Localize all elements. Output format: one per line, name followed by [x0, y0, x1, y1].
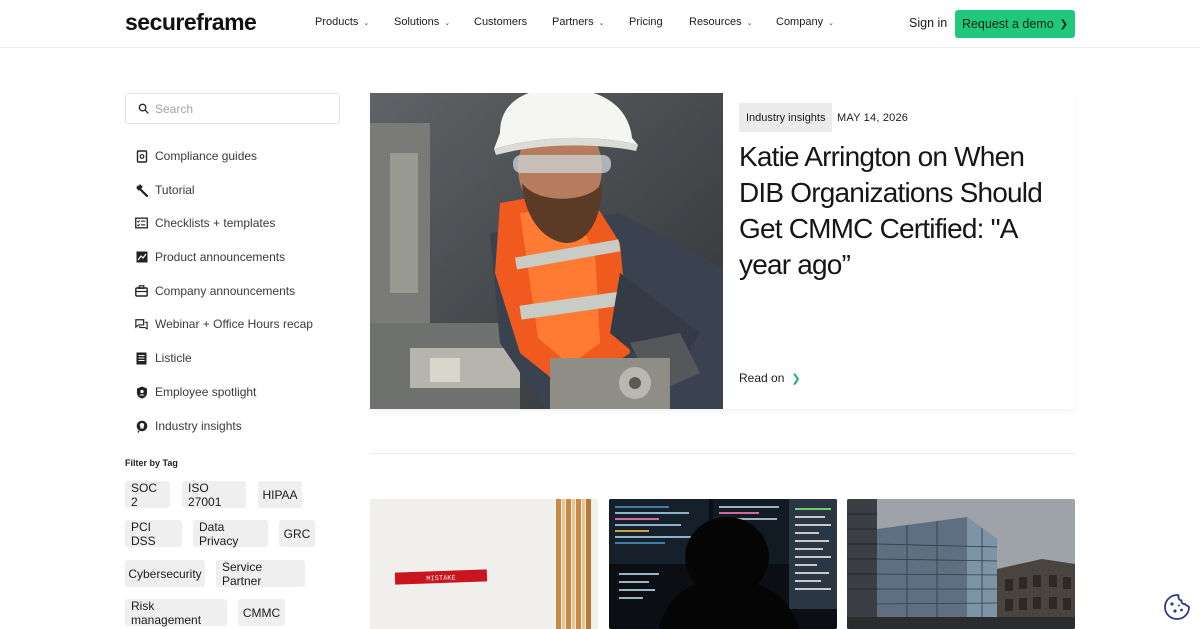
hacker-monitors-photo: [609, 499, 837, 629]
featured-date: MAY 14, 2026: [837, 112, 909, 124]
read-on-link[interactable]: Read on ❯: [739, 371, 801, 385]
category-checklists-templates[interactable]: Checklists + templates: [135, 216, 275, 230]
tag-hipaa[interactable]: HIPAA: [258, 481, 302, 508]
wrench-icon: [135, 183, 148, 197]
cookie-settings-button[interactable]: [1163, 593, 1191, 621]
tag-grc[interactable]: GRC: [279, 520, 315, 547]
badge-icon: [135, 386, 148, 399]
featured-title[interactable]: Katie Arrington on When DIB Organization…: [739, 139, 1069, 283]
sign-in-link[interactable]: Sign in: [909, 16, 947, 30]
search-field[interactable]: [125, 93, 340, 124]
checklist-icon: [135, 217, 148, 230]
nav-products[interactable]: Products ⌄: [315, 16, 369, 28]
mistake-label-photo: MISTAKE: [370, 499, 598, 629]
featured-post-body: Industry insights MAY 14, 2026 Katie Arr…: [723, 93, 1075, 409]
section-divider: [370, 453, 1075, 454]
tag-service-partner[interactable]: Service Partner: [216, 560, 305, 588]
nav-company[interactable]: Company ⌄: [776, 16, 834, 28]
tag-iso27001[interactable]: ISO 27001: [182, 481, 246, 509]
chevron-down-icon: ⌄: [746, 19, 753, 27]
tag-data-privacy[interactable]: Data Privacy: [193, 520, 268, 548]
tag-cmmc[interactable]: CMMC: [238, 599, 285, 626]
chevron-down-icon: ⌄: [444, 19, 451, 27]
search-icon: [138, 103, 149, 114]
featured-worker-photo: [370, 93, 723, 409]
nav-customers[interactable]: Customers: [474, 16, 527, 28]
list-doc-icon: [135, 352, 148, 365]
category-listicle[interactable]: Listicle: [135, 351, 192, 365]
nav-partners[interactable]: Partners ⌄: [552, 16, 604, 28]
lightbulb-icon: [135, 420, 148, 433]
tag-cybersecurity[interactable]: Cybersecurity: [125, 560, 205, 587]
category-industry-insights[interactable]: Industry insights: [135, 419, 242, 433]
featured-post-card[interactable]: Industry insights MAY 14, 2026 Katie Arr…: [370, 93, 1075, 409]
chat-icon: [135, 318, 148, 331]
tag-pci-dss[interactable]: PCI DSS: [125, 520, 182, 548]
chevron-down-icon: ⌄: [598, 19, 605, 27]
category-product-announcements[interactable]: Product announcements: [135, 250, 285, 264]
secureframe-logo[interactable]: secureframe: [125, 9, 257, 36]
request-demo-button[interactable]: Request a demo ❯: [955, 10, 1075, 38]
post-card-1[interactable]: MISTAKE: [370, 499, 598, 629]
search-input[interactable]: [155, 101, 325, 116]
category-webinar-office-hours[interactable]: Webinar + Office Hours recap: [135, 317, 313, 331]
briefcase-icon: [135, 285, 148, 298]
category-tutorial[interactable]: Tutorial: [135, 183, 195, 197]
featured-category-badge[interactable]: Industry insights: [739, 103, 833, 132]
nav-resources[interactable]: Resources ⌄: [689, 16, 752, 28]
filter-by-tag-heading: Filter by Tag: [125, 458, 178, 468]
category-compliance-guides[interactable]: Compliance guides: [135, 149, 257, 163]
glass-office-building-photo: [847, 499, 1075, 629]
chevron-down-icon: ⌄: [828, 19, 834, 27]
chevron-right-icon: ❯: [1059, 18, 1069, 30]
category-employee-spotlight[interactable]: Employee spotlight: [135, 385, 256, 399]
nav-solutions[interactable]: Solutions ⌄: [394, 16, 450, 28]
post-card-3[interactable]: [847, 499, 1075, 629]
chart-icon: [135, 251, 148, 264]
guide-icon: [135, 149, 148, 163]
tag-risk-management[interactable]: Risk management: [125, 599, 227, 627]
chevron-down-icon: ⌄: [363, 19, 370, 27]
tag-soc2[interactable]: SOC 2: [125, 481, 170, 509]
post-card-2[interactable]: [609, 499, 837, 629]
mistake-label-text: MISTAKE: [426, 574, 456, 583]
nav-pricing[interactable]: Pricing: [629, 16, 663, 28]
category-company-announcements[interactable]: Company announcements: [135, 284, 295, 298]
cookie-icon: [1164, 594, 1190, 620]
chevron-right-icon: ❯: [791, 372, 801, 385]
site-header: secureframe Products ⌄ Solutions ⌄ Custome…: [0, 0, 1200, 48]
